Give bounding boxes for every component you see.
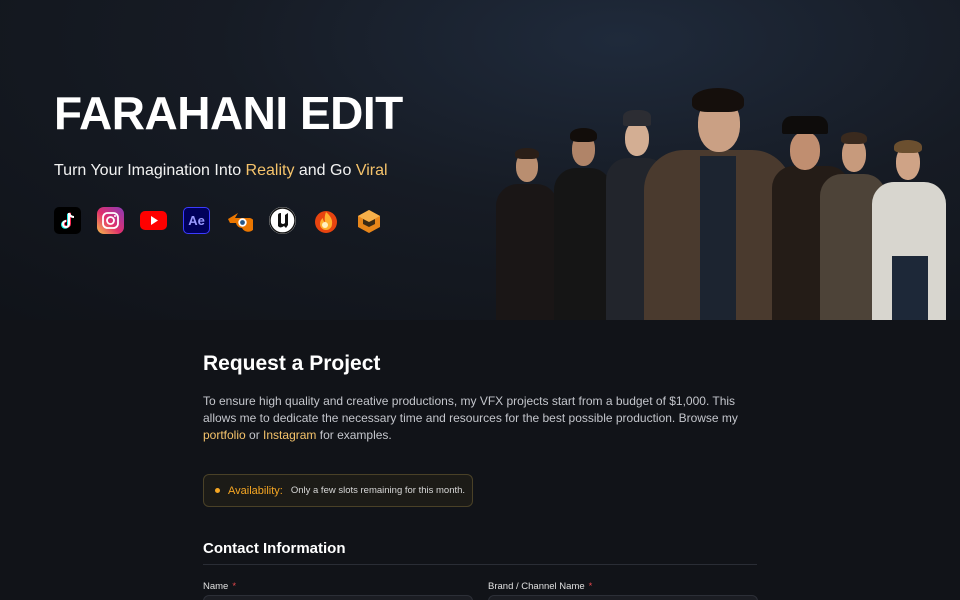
tagline-text-1: Turn Your Imagination Into xyxy=(54,162,246,179)
unreal-engine-icon[interactable] xyxy=(269,207,296,234)
characters-lineup-image xyxy=(490,80,960,320)
blender-icon[interactable] xyxy=(226,207,253,234)
required-marker: * xyxy=(588,581,593,592)
availability-label: Availability: xyxy=(228,484,283,497)
box-icon[interactable] xyxy=(355,207,382,234)
fire-icon[interactable] xyxy=(312,207,339,234)
request-project-title: Request a Project xyxy=(203,352,381,375)
tool-icons-row: Ae xyxy=(54,207,382,234)
availability-badge: Availability: Only a few slots remaining… xyxy=(203,474,473,507)
availability-dot-icon xyxy=(215,488,220,493)
name-label-text: Name xyxy=(203,581,229,592)
section-divider xyxy=(203,564,757,565)
tagline-text-2: and Go xyxy=(294,162,356,179)
hero-tagline: Turn Your Imagination Into Reality and G… xyxy=(54,162,388,180)
name-input[interactable] xyxy=(203,595,473,600)
intro-text-2: for examples. xyxy=(316,428,392,442)
brand-channel-input[interactable] xyxy=(488,595,758,600)
brand-channel-field-label: Brand / Channel Name * xyxy=(488,581,592,592)
instagram-link[interactable]: Instagram xyxy=(263,428,316,442)
youtube-icon[interactable] xyxy=(140,207,167,234)
after-effects-icon[interactable]: Ae xyxy=(183,207,210,234)
intro-text-or: or xyxy=(245,428,264,442)
tiktok-icon[interactable] xyxy=(54,207,81,234)
tagline-accent-reality: Reality xyxy=(245,162,295,179)
request-intro-text: To ensure high quality and creative prod… xyxy=(203,393,748,444)
portfolio-link[interactable]: portfolio xyxy=(203,428,246,442)
name-field-label: Name * xyxy=(203,581,236,592)
brand-label-text: Brand / Channel Name xyxy=(488,581,585,592)
availability-text: Only a few slots remaining for this mont… xyxy=(290,485,466,496)
ae-icon-text: Ae xyxy=(188,213,205,228)
contact-information-title: Contact Information xyxy=(203,540,346,557)
tagline-accent-viral: Viral xyxy=(355,162,388,179)
required-marker: * xyxy=(232,581,237,592)
hero-title: FARAHANI EDIT xyxy=(54,87,403,139)
hero-banner: FARAHANI EDIT Turn Your Imagination Into… xyxy=(0,0,960,320)
intro-text-1: To ensure high quality and creative prod… xyxy=(203,394,738,425)
instagram-icon[interactable] xyxy=(97,207,124,234)
